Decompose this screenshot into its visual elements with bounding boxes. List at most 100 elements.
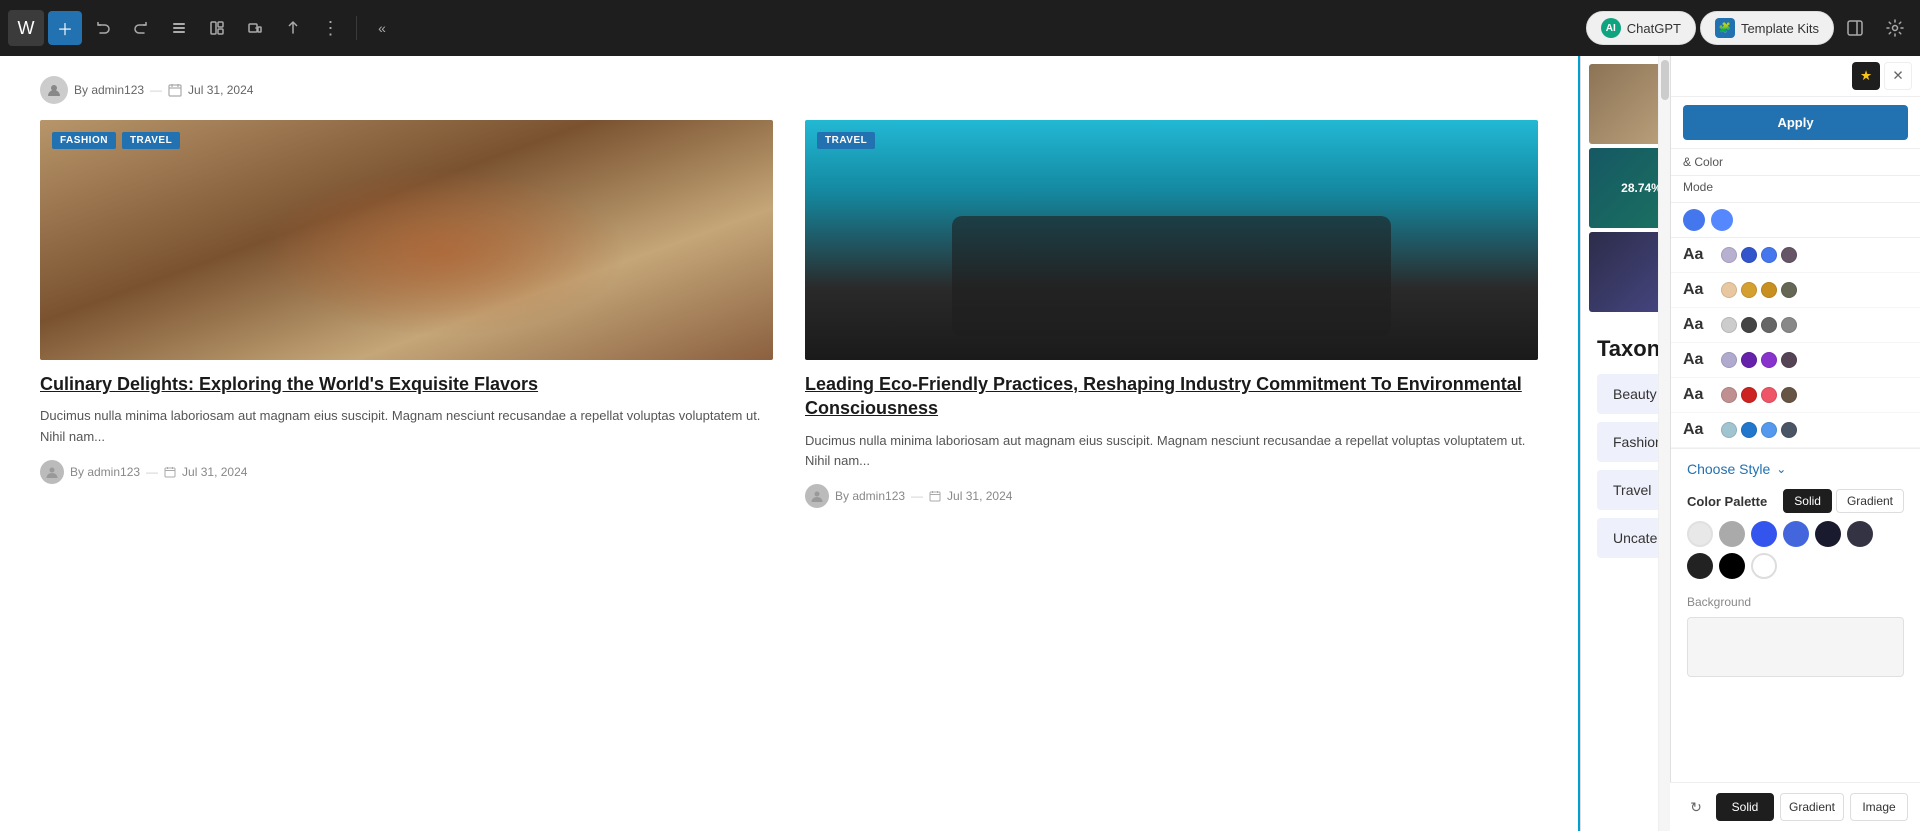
font-style-row-5[interactable]: Aa [1671,413,1920,448]
font-styles-list: Aa Aa Aa [1671,238,1920,449]
palette-gradient-btn[interactable]: Gradient [1836,489,1904,513]
refresh-icon: ↻ [1690,799,1702,816]
post-card-2: TRAVEL Leading Eco-Friendly Practices, R… [805,120,1538,508]
font-colors-3 [1721,352,1797,368]
palette-solid-btn[interactable]: Solid [1783,489,1832,513]
panel-toggle-button[interactable] [1838,11,1872,45]
post-tags-2: TRAVEL [817,132,875,149]
choose-style-header[interactable]: Choose Style ⌄ [1687,461,1904,477]
taxonomy-label-fashion: Fashion [1613,434,1663,450]
mode-gradient-btn[interactable]: Gradient [1780,793,1844,821]
font-style-row-4[interactable]: Aa [1671,378,1920,413]
scroll-track [1658,56,1670,831]
settings-button[interactable] [1878,11,1912,45]
post-meta-bottom-2: By admin123 — Jul 31, 2024 [805,484,1538,508]
post-date-2: Jul 31, 2024 [947,489,1012,503]
calendar-icon-2 [929,490,941,502]
font-color-label: & Color [1671,149,1920,176]
responsive-button[interactable] [238,11,272,45]
post-author-2: By admin123 [835,489,905,503]
wp-logo[interactable]: W [8,10,44,46]
color-dot-2-3 [1781,317,1797,333]
font-style-row-0[interactable]: Aa [1671,238,1920,273]
collapse-panel-button[interactable]: « [365,11,399,45]
editor-area: By admin123 — Jul 31, 2024 FASHION TRAVE… [0,56,1580,831]
refresh-button[interactable]: ↻ [1682,793,1710,821]
palette-toggle: Solid Gradient [1783,489,1904,513]
calendar-icon-1 [164,466,176,478]
post-image-wrapper-1: FASHION TRAVEL [40,120,773,360]
scroll-thumb[interactable] [1661,60,1669,100]
redo-button[interactable] [124,11,158,45]
tag-travel-2: TRAVEL [817,132,875,149]
chatgpt-logo: AI [1601,18,1621,38]
close-button[interactable]: ✕ [1884,62,1912,90]
accent-dot-blue[interactable] [1683,209,1705,231]
color-dot-1-3 [1781,282,1797,298]
sort-button[interactable] [276,11,310,45]
bottom-mode-bar: ↻ Solid Gradient Image [1670,782,1920,831]
mode-image-btn[interactable]: Image [1850,793,1908,821]
author-avatar-top [40,76,68,104]
swatch-black[interactable] [1719,553,1745,579]
color-dot-4-2 [1761,387,1777,403]
apply-button[interactable]: Apply [1683,105,1908,140]
font-style-row-2[interactable]: Aa [1671,308,1920,343]
font-colors-2 [1721,317,1797,333]
post-author-avatar-1 [40,460,64,484]
post-title-2[interactable]: Leading Eco-Friendly Practices, Reshapin… [805,372,1538,421]
color-dot-0-1 [1741,247,1757,263]
choose-style-label: Choose Style [1687,461,1770,477]
template-kits-label: Template Kits [1741,21,1819,36]
post-card-1: FASHION TRAVEL Culinary Delights: Explor… [40,120,773,508]
color-dot-3-3 [1781,352,1797,368]
template-kits-button[interactable]: 🧩 Template Kits [1700,11,1834,45]
close-icon: ✕ [1892,68,1903,84]
undo-button[interactable] [86,11,120,45]
swatch-empty[interactable] [1751,553,1777,579]
star-icon: ★ [1860,68,1872,84]
mode-solid-btn[interactable]: Solid [1716,793,1774,821]
accent-dot-brightblue[interactable] [1711,209,1733,231]
swatch-blue[interactable] [1751,521,1777,547]
font-style-row-3[interactable]: Aa [1671,343,1920,378]
color-dot-5-1 [1741,422,1757,438]
font-colors-0 [1721,247,1797,263]
post-author-avatar-2 [805,484,829,508]
chatgpt-label: ChatGPT [1627,21,1681,36]
background-label: Background [1687,595,1904,609]
swatch-dark2[interactable] [1687,553,1713,579]
structure-button[interactable] [200,11,234,45]
chatgpt-button[interactable]: AI ChatGPT [1586,11,1696,45]
choose-style-section: Choose Style ⌄ Color Palette Solid Gradi… [1671,449,1920,689]
add-element-button[interactable]: ＋ [48,11,82,45]
list-view-button[interactable] [162,11,196,45]
tag-travel: TRAVEL [122,132,180,149]
more-options-button[interactable]: ⋮ [314,11,348,45]
swatch-white[interactable] [1687,521,1713,547]
color-dot-0-3 [1781,247,1797,263]
post-title-1[interactable]: Culinary Delights: Exploring the World's… [40,372,773,396]
post-author-top: By admin123 [74,83,144,97]
swatch-gray[interactable] [1719,521,1745,547]
font-aa-3: Aa [1683,351,1711,369]
post-excerpt-1: Ducimus nulla minima laboriosam aut magn… [40,406,773,448]
swatch-darknavy[interactable] [1815,521,1841,547]
color-dot-3-1 [1741,352,1757,368]
color-dot-3-2 [1761,352,1777,368]
color-dot-4-1 [1741,387,1757,403]
apply-btn-area: Apply [1671,97,1920,149]
color-swatches [1687,521,1904,579]
post-image-wrapper-2: TRAVEL [805,120,1538,360]
template-kits-icon: 🧩 [1715,18,1735,38]
swatch-dark1[interactable] [1847,521,1873,547]
star-button[interactable]: ★ [1852,62,1880,90]
swatch-blue2[interactable] [1783,521,1809,547]
color-dot-5-3 [1781,422,1797,438]
accent-row [1671,203,1920,238]
post-author-1: By admin123 [70,465,140,479]
background-preview [1687,617,1904,677]
color-dot-2-2 [1761,317,1777,333]
top-post-meta: By admin123 — Jul 31, 2024 [40,76,1538,104]
font-style-row-1[interactable]: Aa [1671,273,1920,308]
